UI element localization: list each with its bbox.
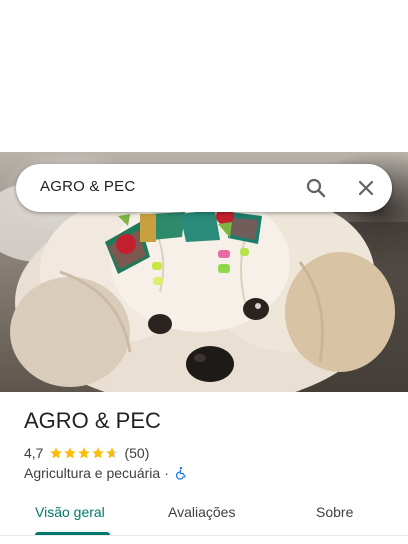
top-blank-area <box>0 0 408 152</box>
tab-reviews[interactable]: Avaliações <box>168 504 235 520</box>
star-icon <box>92 447 105 459</box>
tab-about[interactable]: Sobre <box>316 504 353 520</box>
star-half-icon <box>106 447 119 459</box>
rating-value: 4,7 <box>24 445 44 461</box>
rating-stars <box>49 446 119 460</box>
star-icon <box>78 447 91 459</box>
close-icon[interactable] <box>354 176 378 200</box>
search-icon[interactable] <box>304 176 328 200</box>
tabs-divider <box>0 535 408 536</box>
category-row: Agricultura e pecuária · <box>24 464 188 482</box>
star-icon <box>50 447 63 459</box>
search-input[interactable]: AGRO & PEC <box>40 178 135 195</box>
separator-dot: · <box>164 465 169 481</box>
search-bar[interactable]: AGRO & PEC <box>16 164 392 212</box>
place-title: AGRO & PEC <box>24 408 161 433</box>
tab-overview[interactable]: Visão geral <box>35 504 105 520</box>
review-count[interactable]: (50) <box>124 445 149 461</box>
rating-row[interactable]: 4,7 (50) <box>24 444 149 462</box>
place-category: Agricultura e pecuária <box>24 465 161 481</box>
place-tabs: Visão geral Avaliações Sobre <box>0 492 408 536</box>
wheelchair-icon <box>175 466 186 480</box>
star-icon <box>64 447 77 459</box>
